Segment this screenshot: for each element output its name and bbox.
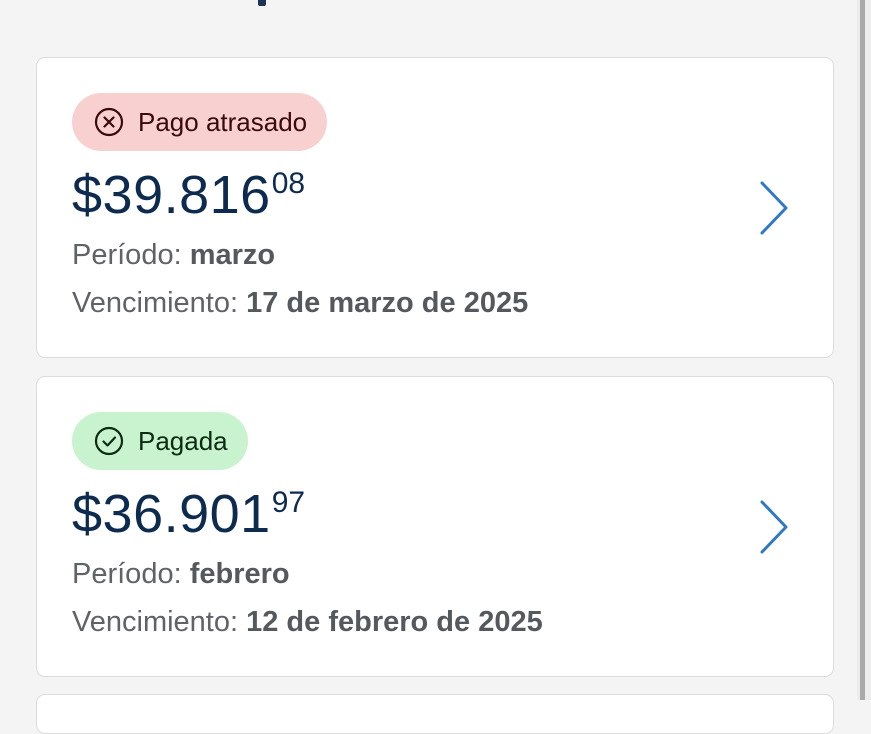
- close-circle-icon: [94, 107, 124, 137]
- due-value: 12 de febrero de 2025: [246, 606, 543, 638]
- bill-card-february[interactable]: Pagada $36.90197 Período: febrero Vencim…: [36, 376, 834, 677]
- page-title-fragment: [258, 0, 266, 6]
- period-label: Período:: [72, 558, 182, 590]
- due-value: 17 de marzo de 2025: [246, 287, 529, 319]
- period-label: Período:: [72, 239, 182, 271]
- bill-amount-cents: 08: [271, 167, 306, 200]
- status-badge-paid: Pagada: [72, 412, 248, 470]
- period-value: marzo: [189, 239, 276, 271]
- status-badge-overdue: Pago atrasado: [72, 93, 328, 151]
- bill-amount-cents: 97: [271, 486, 306, 519]
- check-circle-icon: [94, 426, 124, 456]
- due-label: Vencimiento:: [72, 287, 239, 319]
- bill-due-date: Vencimiento: 17 de marzo de 2025: [72, 286, 528, 320]
- status-badge-label: Pagada: [138, 426, 228, 456]
- bill-amount: $36.90197: [72, 483, 305, 545]
- bill-card-partial[interactable]: [36, 694, 834, 734]
- period-value: febrero: [189, 558, 290, 590]
- chevron-right-icon[interactable]: [757, 499, 791, 555]
- bill-amount: $39.81608: [72, 164, 305, 226]
- scrollbar-thumb[interactable]: [860, 0, 865, 700]
- bill-period: Período: marzo: [72, 238, 275, 272]
- bill-period: Período: febrero: [72, 557, 290, 591]
- chevron-right-icon[interactable]: [757, 180, 791, 236]
- due-label: Vencimiento:: [72, 606, 239, 638]
- bill-amount-main: $39.816: [72, 165, 271, 225]
- bill-card-march[interactable]: Pago atrasado $39.81608 Período: marzo V…: [36, 57, 834, 358]
- status-badge-label: Pago atrasado: [138, 107, 308, 137]
- bill-amount-main: $36.901: [72, 484, 271, 544]
- bill-due-date: Vencimiento: 12 de febrero de 2025: [72, 605, 543, 639]
